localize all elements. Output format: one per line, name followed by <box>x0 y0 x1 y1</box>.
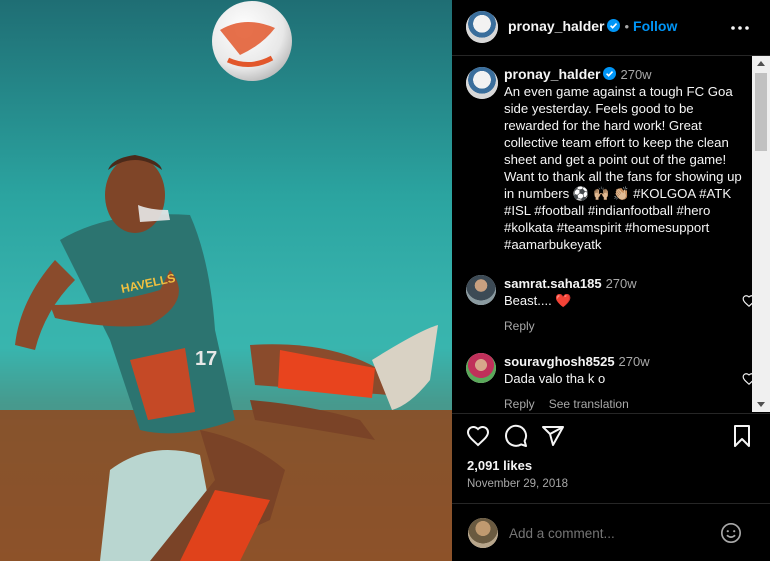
post-caption: pronay_halder 270w An even game against a… <box>504 66 744 253</box>
likes-count[interactable]: 2,091 likes <box>467 458 532 473</box>
comment-actions: Reply See translation <box>504 397 643 411</box>
post-side-panel: pronay_halder • Follow pronay_halder 270w A… <box>452 0 770 561</box>
comment-username[interactable]: souravghosh8525 <box>504 354 615 369</box>
current-user-avatar <box>468 518 498 548</box>
comment-bubble-icon[interactable] <box>504 424 528 448</box>
scrollbar-thumb[interactable] <box>755 73 767 151</box>
caption-author-avatar[interactable] <box>466 67 498 99</box>
reply-button[interactable]: Reply <box>504 319 535 333</box>
post-date: November 29, 2018 <box>467 478 569 490</box>
section-divider <box>452 413 770 414</box>
comment-time: 270w <box>605 276 637 291</box>
author-avatar[interactable] <box>466 11 498 43</box>
comments-scrollbar[interactable] <box>752 56 770 412</box>
football-photo: HAVELLS 17 <box>0 0 452 561</box>
verified-badge-icon <box>603 67 617 80</box>
separator-dot: • <box>624 19 630 34</box>
caption-username[interactable]: pronay_halder <box>504 66 600 82</box>
caption-text: An even game against a tough FC Goa side… <box>504 84 742 252</box>
comment-username[interactable]: samrat.saha185 <box>504 276 602 291</box>
post-actions-bar <box>466 424 756 452</box>
verified-badge-icon <box>607 19 621 32</box>
comment-item: samrat.saha185 270w Beast.... ❤️ Reply <box>466 275 756 335</box>
author-username[interactable]: pronay_halder <box>508 18 604 34</box>
share-paper-plane-icon[interactable] <box>541 424 565 448</box>
commenter-avatar[interactable] <box>466 353 496 383</box>
scroll-up-arrow-icon[interactable] <box>752 56 770 72</box>
post-image[interactable]: HAVELLS 17 <box>0 0 452 561</box>
scroll-down-arrow-icon[interactable] <box>752 396 770 412</box>
comment-actions: Reply <box>504 319 549 333</box>
emoji-smiley-icon[interactable] <box>720 522 742 544</box>
comments-scroll-area[interactable]: pronay_halder 270w An even game against a… <box>452 56 770 412</box>
section-divider <box>452 503 770 504</box>
reply-button[interactable]: Reply <box>504 397 535 411</box>
post-header: pronay_halder • Follow <box>452 0 770 56</box>
comment-text: Beast.... ❤️ <box>504 293 572 308</box>
more-options-icon[interactable] <box>730 18 750 38</box>
follow-button[interactable]: Follow <box>633 18 677 34</box>
comment-body: souravghosh8525 270w Dada valo tha k o <box>504 353 714 387</box>
comment-item: souravghosh8525 270w Dada valo tha k o Re… <box>466 353 756 412</box>
comment-text: Dada valo tha k o <box>504 371 606 386</box>
comment-body: samrat.saha185 270w Beast.... ❤️ <box>504 275 714 309</box>
jersey-number: 17 <box>195 348 217 370</box>
commenter-avatar[interactable] <box>466 275 496 305</box>
comment-time: 270w <box>618 354 650 369</box>
see-translation-button[interactable]: See translation <box>549 397 629 411</box>
like-heart-icon[interactable] <box>466 424 490 448</box>
save-bookmark-icon[interactable] <box>730 424 754 448</box>
caption-time: 270w <box>620 67 652 82</box>
add-comment-input[interactable] <box>509 524 709 542</box>
